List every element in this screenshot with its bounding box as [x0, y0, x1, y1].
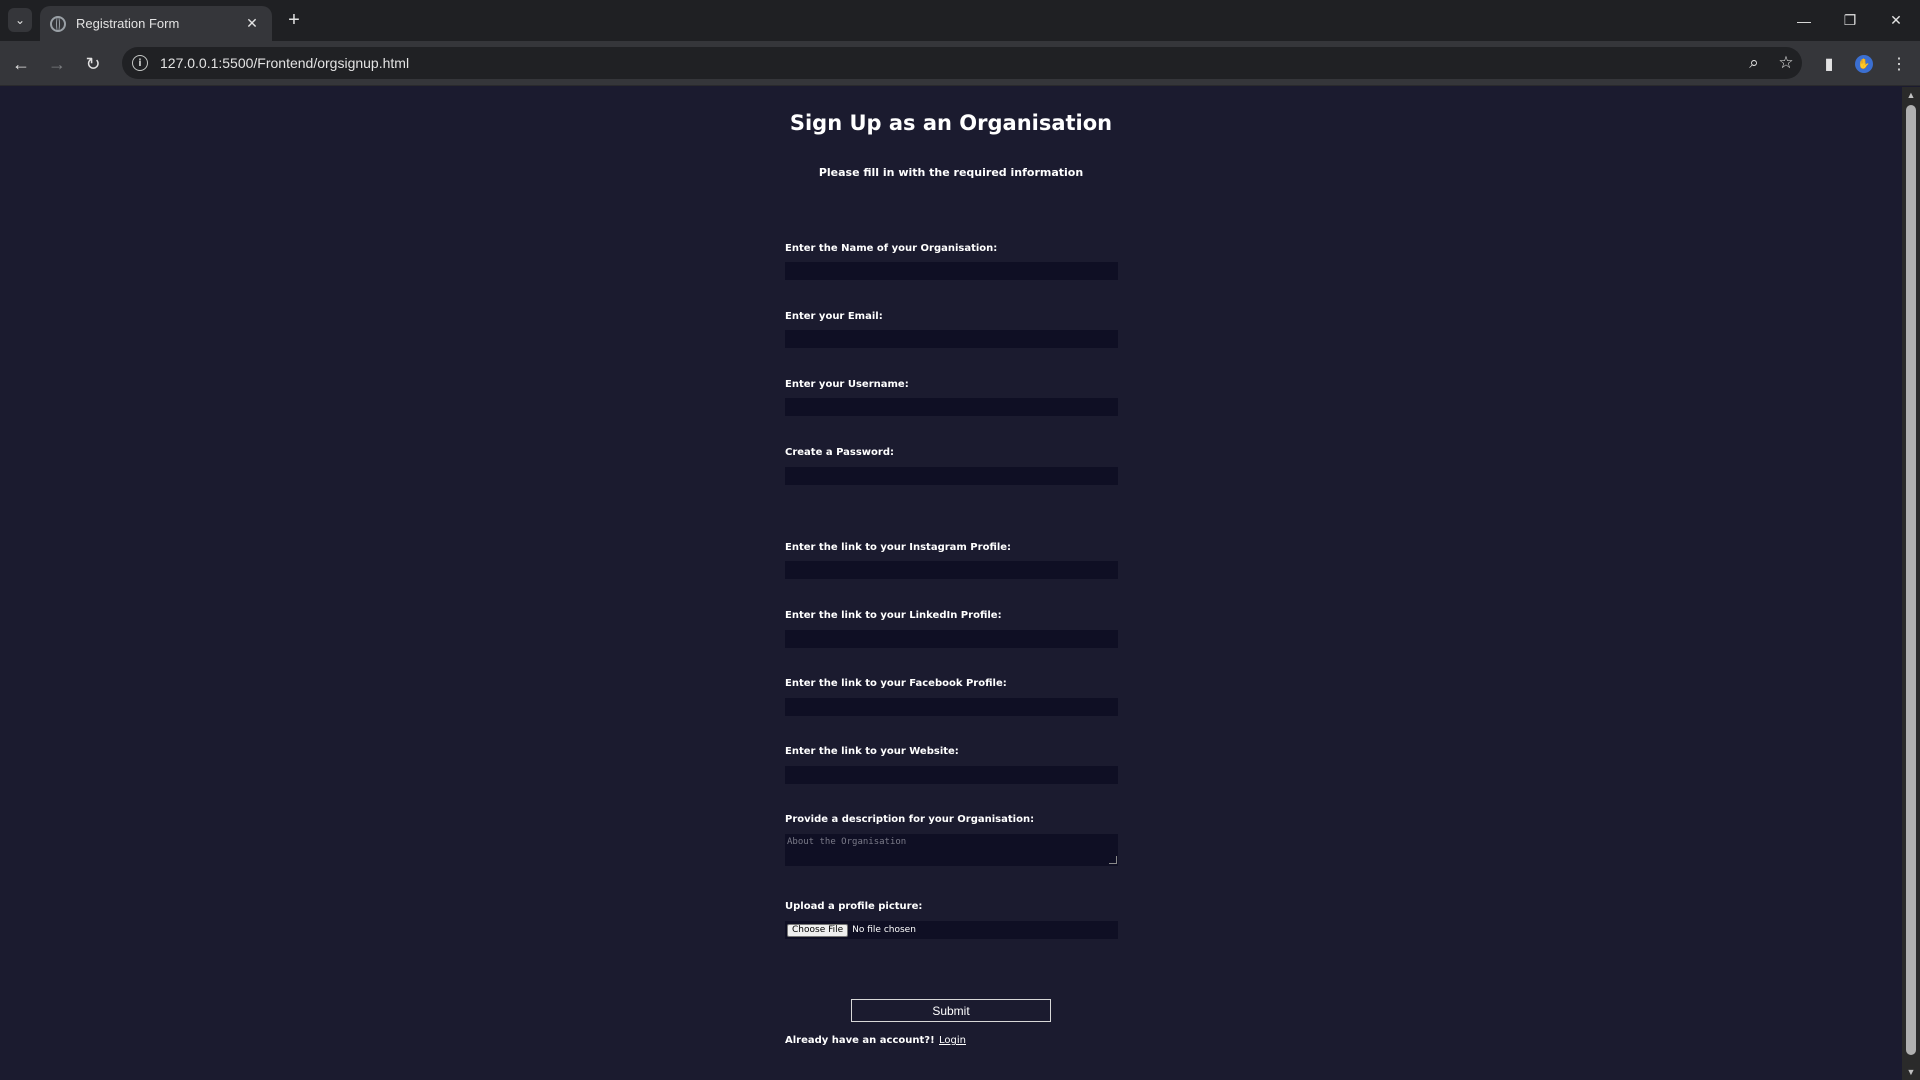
page-title: Sign Up as an Organisation	[789, 111, 1113, 135]
page-scrollbar[interactable]: ▲ ▼	[1902, 87, 1920, 1080]
scroll-thumb[interactable]	[1906, 105, 1916, 1055]
page-subtitle: Please fill in with the required informa…	[818, 166, 1084, 179]
new-tab-icon[interactable]: +	[282, 8, 306, 32]
choose-file-button[interactable]: Choose File	[787, 923, 849, 937]
extension-icon[interactable]: ✋	[1851, 51, 1877, 77]
browser-menu-icon[interactable]: ⋮	[1886, 51, 1912, 77]
description-textarea[interactable]	[785, 834, 1118, 866]
account-prompt: Already have an account?!	[785, 1035, 935, 1046]
address-bar[interactable]: i 127.0.0.1:5500/Frontend/orgsignup.html…	[122, 47, 1802, 79]
page-viewport: Sign Up as an Organisation Please fill i…	[0, 87, 1902, 1080]
file-status-text: No file chosen	[852, 925, 916, 935]
email-input[interactable]	[785, 330, 1118, 348]
window-close-icon[interactable]: ✕	[1873, 0, 1919, 41]
forward-icon[interactable]: →	[44, 51, 70, 77]
bookmark-star-icon[interactable]: ☆	[1770, 47, 1802, 79]
globe-icon	[50, 15, 66, 32]
restore-icon[interactable]: ❐	[1827, 0, 1873, 41]
url-text[interactable]: 127.0.0.1:5500/Frontend/orgsignup.html	[160, 55, 1738, 71]
facebook-input[interactable]	[785, 698, 1118, 716]
active-tab[interactable]: Registration Form ✕	[40, 6, 272, 41]
username-input[interactable]	[785, 398, 1118, 416]
website-label: Enter the link to your Website:	[785, 746, 959, 757]
back-icon[interactable]: ←	[8, 51, 34, 77]
org-name-label: Enter the Name of your Organisation:	[785, 243, 998, 254]
username-label: Enter your Username:	[785, 379, 909, 390]
tab-title: Registration Form	[76, 16, 180, 31]
file-upload-input[interactable]: Choose File No file chosen	[785, 921, 1118, 939]
tab-strip: ⌄ Registration Form ✕ + — ❐ ✕	[0, 0, 1920, 41]
password-input[interactable]	[785, 467, 1118, 485]
password-label: Create a Password:	[785, 447, 894, 458]
zoom-icon[interactable]: ⌕	[1738, 47, 1770, 79]
facebook-label: Enter the link to your Facebook Profile:	[785, 678, 1007, 689]
reload-icon[interactable]: ↻	[80, 51, 106, 77]
linkedin-input[interactable]	[785, 630, 1118, 648]
side-panel-icon[interactable]: ▮	[1816, 51, 1842, 77]
picture-label: Upload a profile picture:	[785, 901, 923, 912]
email-label: Enter your Email:	[785, 311, 883, 322]
tab-search-chevron-icon[interactable]: ⌄	[8, 8, 32, 32]
description-label: Provide a description for your Organisat…	[785, 814, 1035, 825]
org-name-input[interactable]	[785, 262, 1118, 280]
textarea-resize-handle[interactable]	[1109, 856, 1117, 864]
website-input[interactable]	[785, 766, 1118, 784]
instagram-label: Enter the link to your Instagram Profile…	[785, 542, 1012, 553]
scroll-down-icon[interactable]: ▼	[1902, 1064, 1920, 1080]
instagram-input[interactable]	[785, 561, 1118, 579]
login-link[interactable]: Login	[939, 1035, 966, 1046]
browser-toolbar: ← → ↻ i 127.0.0.1:5500/Frontend/orgsignu…	[0, 41, 1920, 86]
site-info-icon[interactable]: i	[132, 55, 148, 71]
submit-button[interactable]: Submit	[851, 999, 1051, 1022]
extension-badge: ✋	[1855, 55, 1873, 73]
minimize-icon[interactable]: —	[1781, 0, 1827, 41]
close-tab-icon[interactable]: ✕	[242, 15, 262, 32]
linkedin-label: Enter the link to your LinkedIn Profile:	[785, 610, 1002, 621]
scroll-up-icon[interactable]: ▲	[1902, 87, 1920, 103]
